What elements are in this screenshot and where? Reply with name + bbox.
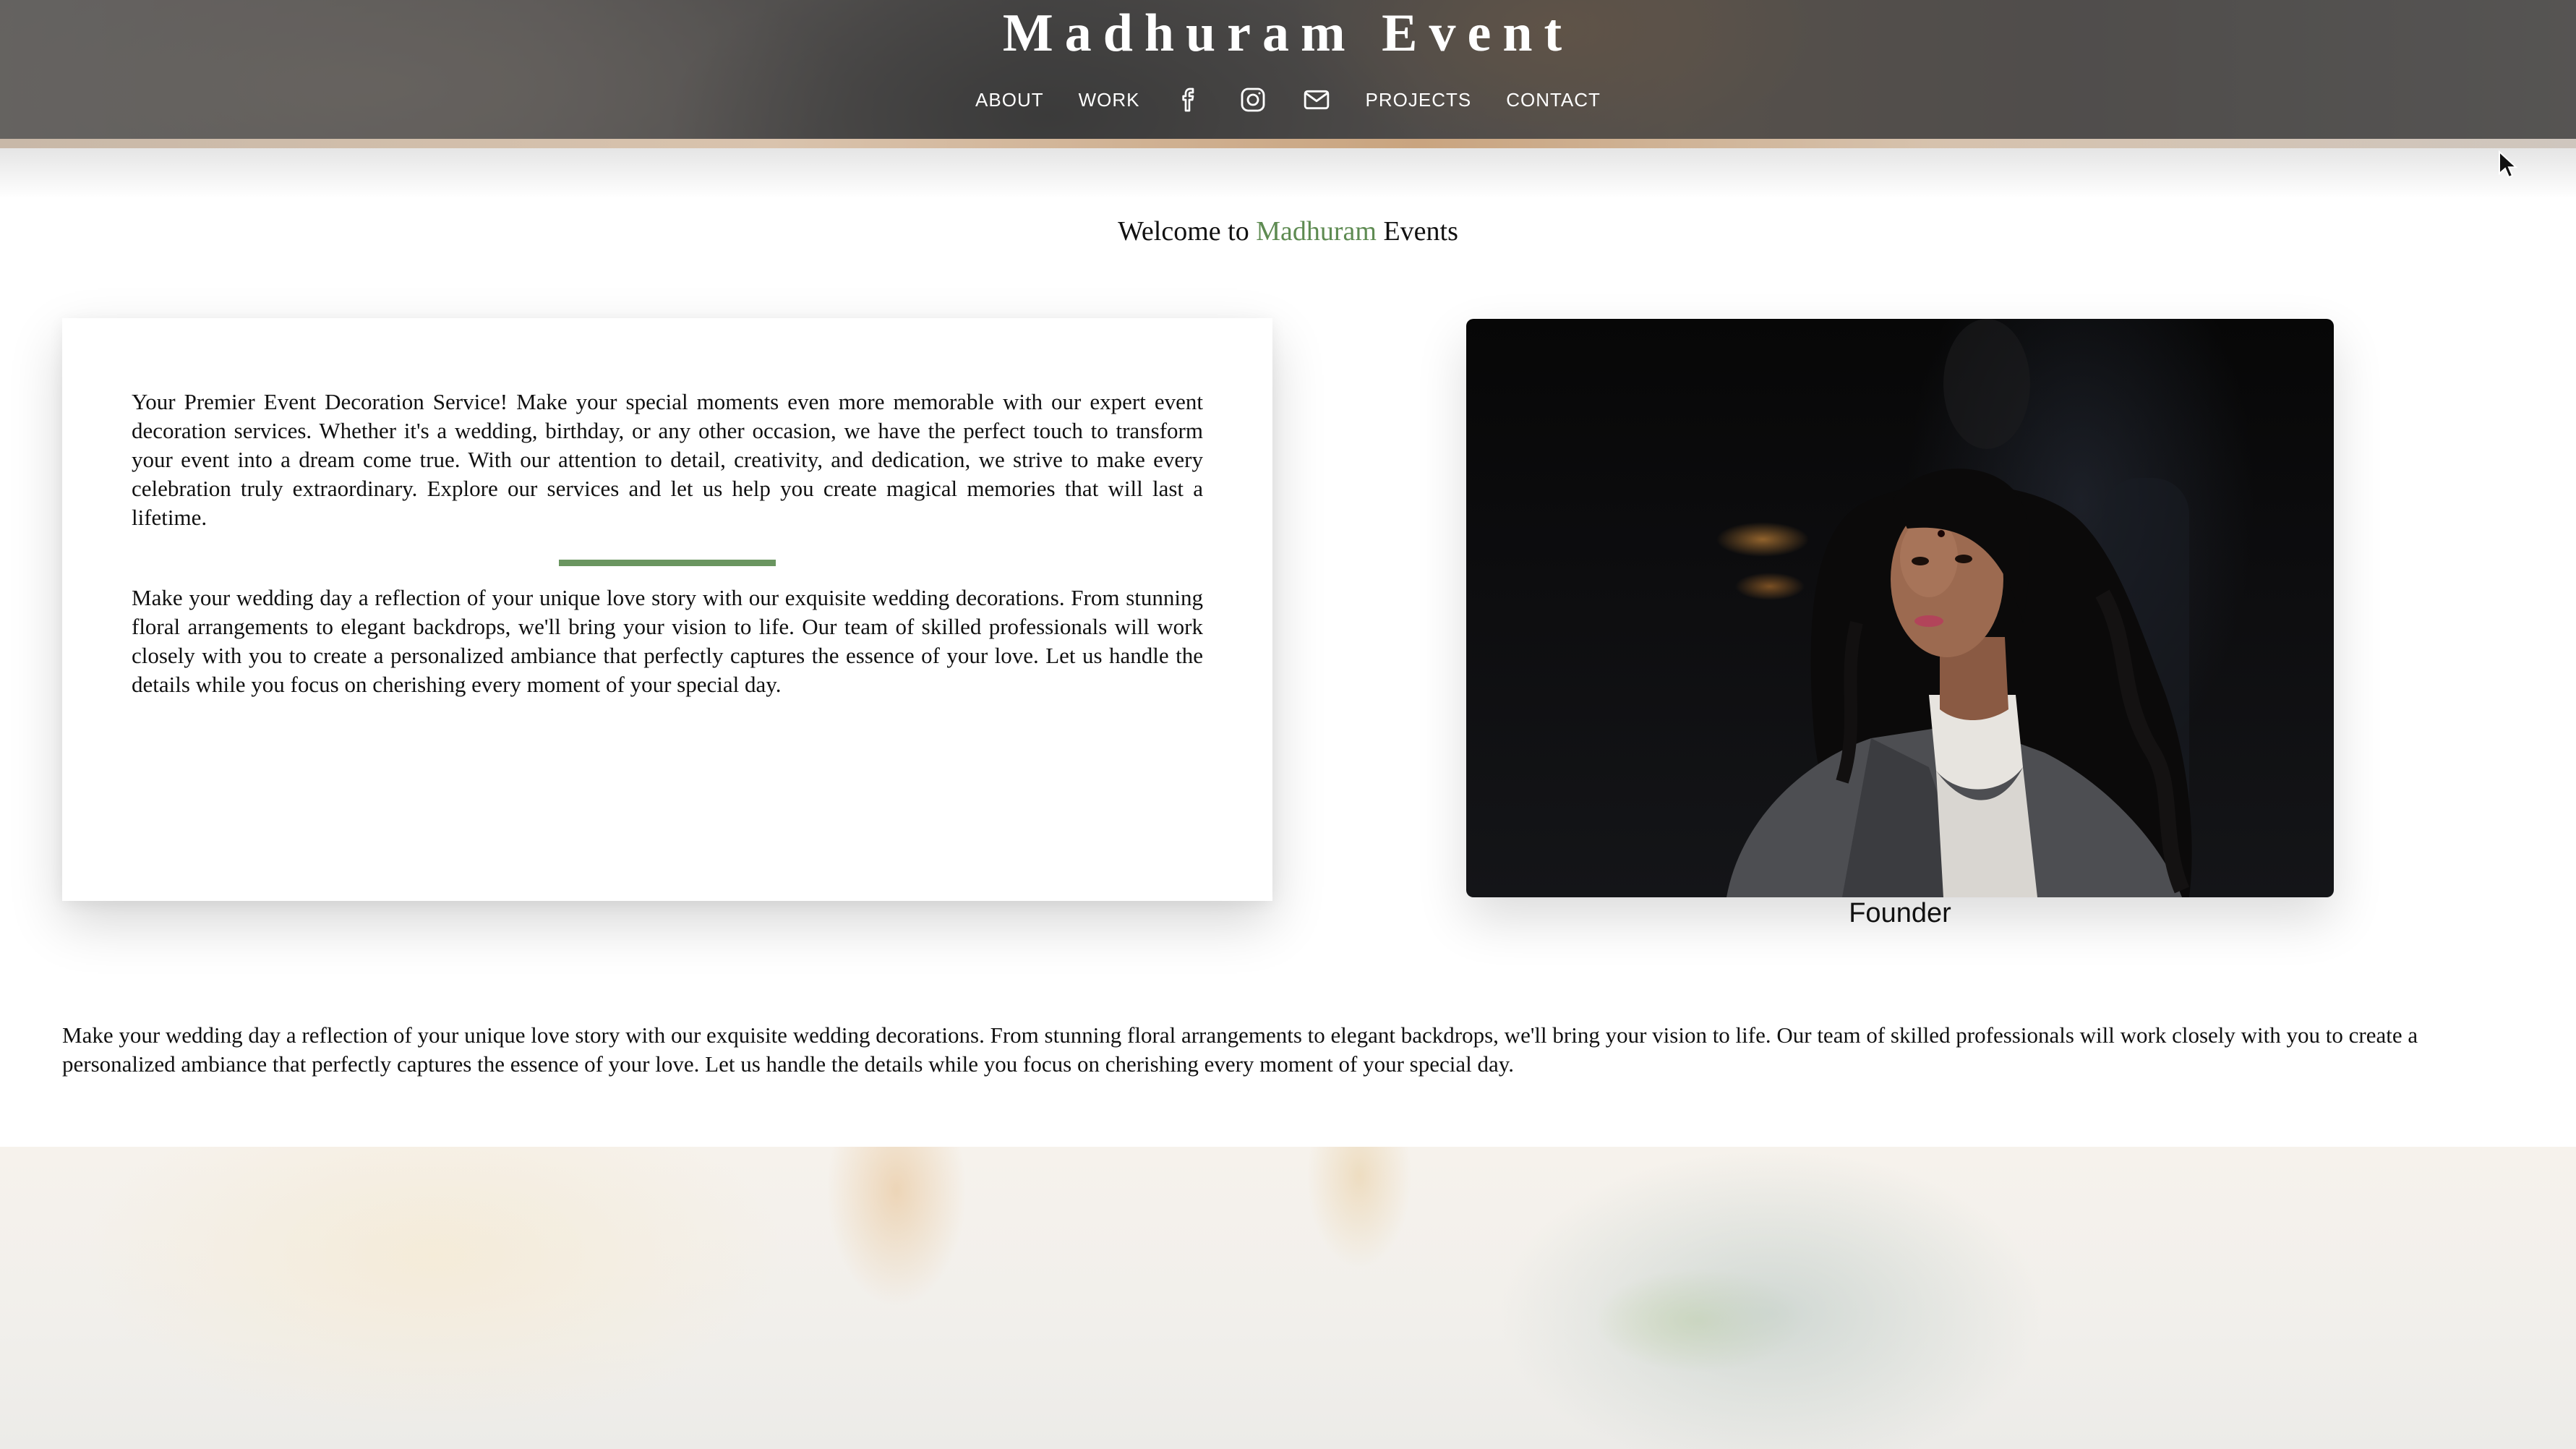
decor-banner-image <box>0 1147 2576 1449</box>
header-shadow <box>0 148 2576 199</box>
welcome-suffix: Events <box>1383 216 1458 247</box>
about-paragraph-intro: Your Premier Event Decoration Service! M… <box>132 389 1203 530</box>
mouse-cursor-icon <box>2499 150 2518 179</box>
site-title[interactable]: Madhuram Event <box>0 3 2576 64</box>
nav-projects[interactable]: PROJECTS <box>1366 89 1472 111</box>
site-header: Madhuram Event ABOUT WORK PROJECTS CONTA… <box>0 0 2576 148</box>
welcome-heading: Welcome to Madhuram Events <box>0 215 2576 247</box>
about-card: Your Premier Event Decoration Service! M… <box>62 318 1272 901</box>
main-nav: ABOUT WORK PROJECTS CONTACT <box>0 84 2576 116</box>
facebook-icon[interactable] <box>1173 84 1205 116</box>
nav-contact[interactable]: CONTACT <box>1506 89 1601 111</box>
header-background-strip <box>0 139 2576 148</box>
nav-work[interactable]: WORK <box>1079 89 1140 111</box>
welcome-prefix: Welcome to <box>1118 216 1249 247</box>
wedding-description: Make your wedding day a reflection of yo… <box>62 1022 2418 1077</box>
welcome-brand: Madhuram <box>1256 216 1377 247</box>
instagram-icon[interactable] <box>1237 84 1269 116</box>
about-paragraph-wedding: Make your wedding day a reflection of yo… <box>132 585 1203 697</box>
founder-portrait-illustration <box>1726 319 2192 897</box>
nav-about[interactable]: ABOUT <box>975 89 1044 111</box>
mail-icon[interactable] <box>1301 84 1332 116</box>
section-divider <box>559 560 776 566</box>
founder-caption: Founder <box>1849 898 1951 928</box>
founder-photo <box>1466 319 2334 897</box>
